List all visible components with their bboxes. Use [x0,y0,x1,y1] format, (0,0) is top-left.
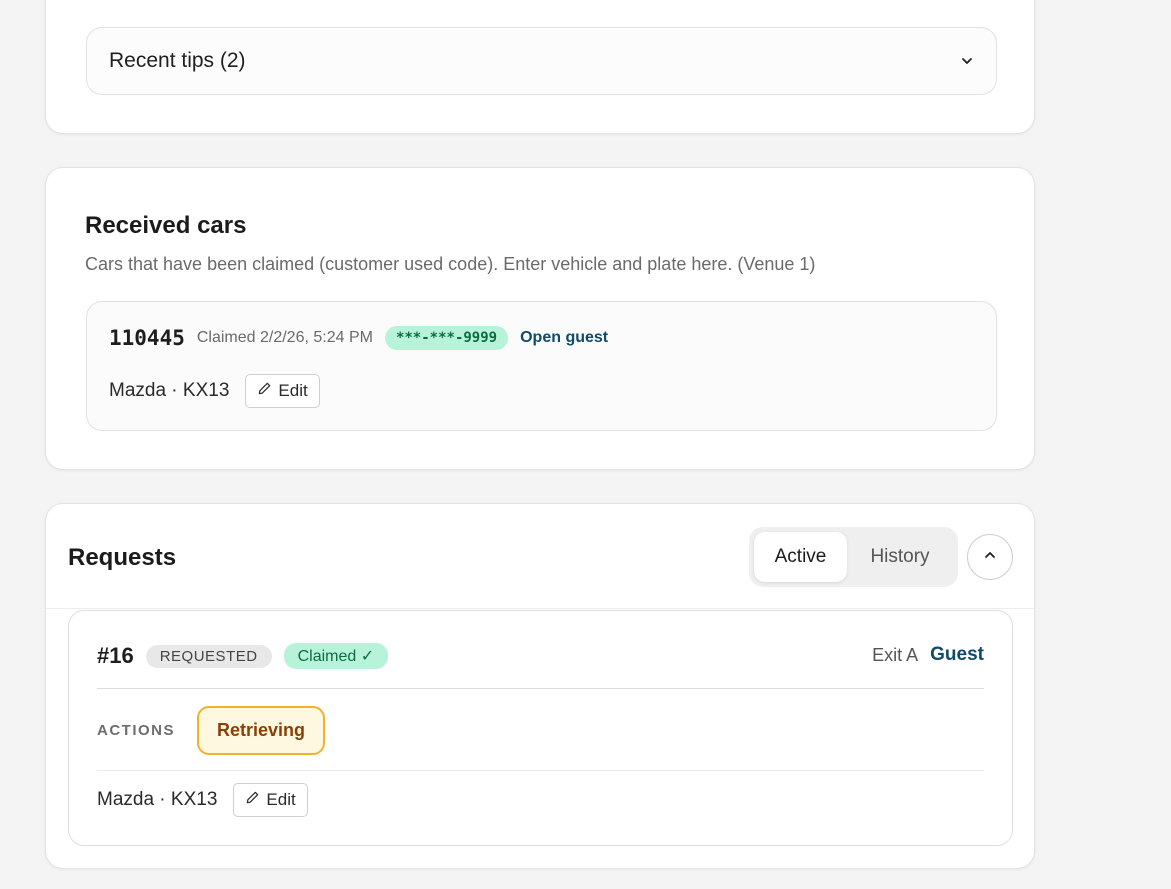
recent-tips-label: Recent tips (2) [109,49,246,72]
claimed-badge: Claimed ✓ [283,643,389,669]
pencil-icon [257,381,272,401]
chevron-down-icon [960,54,974,68]
divider [97,770,984,771]
tips-card: Recent tips (2) [45,0,1035,134]
recent-tips-toggle[interactable]: Recent tips (2) [86,27,997,95]
divider [46,608,1034,609]
tab-history[interactable]: History [847,532,953,582]
request-item: #16 REQUESTED Claimed ✓ Exit A Guest ACT… [68,610,1013,846]
requests-title: Requests [68,544,177,571]
status-badge: REQUESTED [145,644,272,668]
actions-label: ACTIONS [97,722,175,739]
guest-link[interactable]: Guest [930,644,984,666]
vehicle-text: Mazda · KX13 [109,380,230,401]
retrieving-button[interactable]: Retrieving [197,706,326,755]
claimed-timestamp: Claimed 2/2/26, 5:24 PM [196,329,373,346]
requests-tab-switch: Active History [749,527,958,587]
received-cars-description: Cars that have been claimed (customer us… [85,254,816,274]
edit-button-label: Edit [278,381,308,400]
divider [97,688,984,689]
chevron-up-icon [983,548,997,567]
edit-vehicle-button[interactable]: Edit [233,783,308,817]
pencil-icon [245,790,260,810]
received-cars-title: Received cars [85,212,247,239]
collapse-button[interactable] [967,534,1013,580]
received-cars-card: Received cars Cars that have been claime… [45,167,1035,470]
requests-card: Requests Active History #16 REQUESTED Cl… [45,503,1035,869]
car-code: 110445 [109,326,185,350]
tab-active[interactable]: Active [754,532,847,582]
edit-button-label: Edit [266,790,296,809]
exit-label: Exit A [872,644,919,665]
phone-badge: ***-***-9999 [384,326,509,350]
open-guest-link[interactable]: Open guest [520,329,608,347]
request-number: #16 [97,643,134,668]
edit-vehicle-button[interactable]: Edit [245,374,320,408]
received-car-item: 110445 Claimed 2/2/26, 5:24 PM ***-***-9… [86,301,997,431]
vehicle-text: Mazda · KX13 [97,789,218,810]
